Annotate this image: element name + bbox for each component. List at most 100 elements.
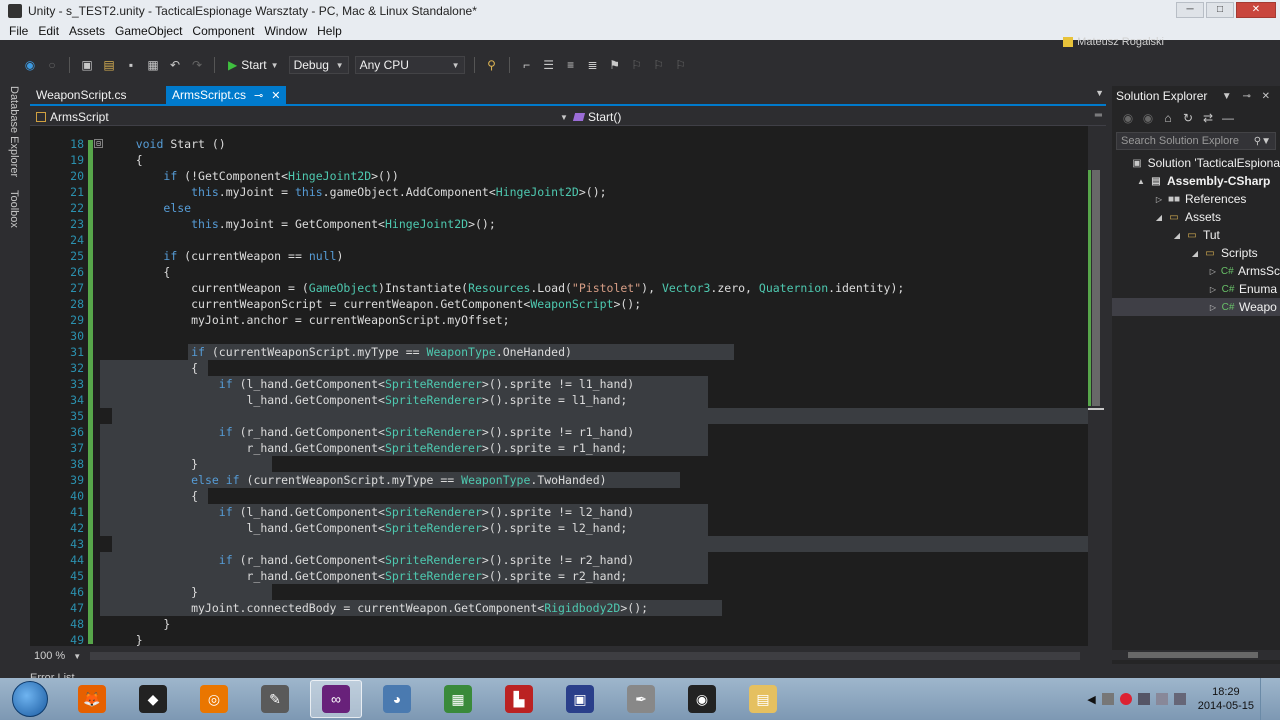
member-combo[interactable]: Start() bbox=[572, 109, 621, 125]
tray-arrow-icon[interactable]: ◀ bbox=[1087, 693, 1095, 706]
tree-item[interactable]: ▷ C# Weapo bbox=[1112, 298, 1280, 316]
taskbar-explorer-button[interactable]: ▤ bbox=[737, 680, 789, 718]
menu-component[interactable]: Component bbox=[187, 24, 259, 38]
configuration-select[interactable]: Debug ▼ bbox=[288, 56, 349, 74]
close-tab-icon[interactable]: ✕ bbox=[271, 89, 280, 102]
pin-icon[interactable]: ⊸ bbox=[254, 89, 263, 102]
undo-icon[interactable]: ↶ bbox=[167, 57, 183, 73]
usb-icon[interactable] bbox=[1137, 693, 1150, 705]
code-line[interactable]: 19 { bbox=[30, 152, 1088, 168]
code-line[interactable]: 27 currentWeapon = (GameObject)Instantia… bbox=[30, 280, 1088, 296]
editor-vertical-scrollbar[interactable] bbox=[1088, 126, 1104, 646]
clock[interactable]: 18:29 2014-05-15 bbox=[1198, 685, 1254, 713]
code-line[interactable]: 25 if (currentWeapon == null) bbox=[30, 248, 1088, 264]
save-all-icon[interactable]: ▦ bbox=[145, 57, 161, 73]
vs-user[interactable]: Mateusz Rogalski bbox=[1063, 36, 1164, 48]
fold-icon[interactable]: ⊟ bbox=[94, 139, 103, 148]
code-line[interactable]: 45 r_hand.GetComponent<SpriteRenderer>()… bbox=[30, 568, 1088, 584]
code-line[interactable]: 33 if (l_hand.GetComponent<SpriteRendere… bbox=[30, 376, 1088, 392]
show-desktop-button[interactable] bbox=[1260, 678, 1270, 720]
scrollbar-thumb[interactable] bbox=[1128, 652, 1258, 658]
code-line[interactable]: 38 } bbox=[30, 456, 1088, 472]
next-bookmark-icon[interactable]: ⚐ bbox=[651, 57, 667, 73]
code-line[interactable]: 42 l_hand.GetComponent<SpriteRenderer>()… bbox=[30, 520, 1088, 536]
indent-icon[interactable]: ☰ bbox=[541, 57, 557, 73]
code-line[interactable]: 40 { bbox=[30, 488, 1088, 504]
menu-gameobject[interactable]: GameObject bbox=[110, 24, 187, 38]
code-line[interactable]: 20 if (!GetComponent<HingeJoint2D>()) bbox=[30, 168, 1088, 184]
tree-item[interactable]: ◢ ▭ Assets bbox=[1112, 208, 1280, 226]
code-line[interactable]: 22 else bbox=[30, 200, 1088, 216]
uncomment-icon[interactable]: ≣ bbox=[585, 57, 601, 73]
new-project-icon[interactable]: ▣ bbox=[79, 57, 95, 73]
code-line[interactable]: 24 bbox=[30, 232, 1088, 248]
code-line[interactable]: 49 } bbox=[30, 632, 1088, 646]
class-combo[interactable]: ArmsScript bbox=[36, 109, 109, 125]
properties-icon[interactable]: — bbox=[1220, 110, 1236, 126]
tree-item[interactable]: ◢ ▭ Scripts bbox=[1112, 244, 1280, 262]
database-explorer-tab[interactable]: Database Explorer bbox=[8, 86, 20, 177]
expander-icon[interactable]: ▷ bbox=[1154, 195, 1164, 204]
forward-icon[interactable]: ○ bbox=[44, 57, 60, 73]
back-icon[interactable]: ◉ bbox=[22, 57, 38, 73]
minimize-button[interactable]: ─ bbox=[1176, 2, 1204, 18]
chevron-down-icon[interactable]: ▼ bbox=[73, 652, 81, 661]
close-button[interactable]: ✕ bbox=[1236, 2, 1276, 18]
antivirus-icon[interactable] bbox=[1119, 693, 1132, 705]
open-file-icon[interactable]: ▤ bbox=[101, 57, 117, 73]
volume-icon[interactable] bbox=[1173, 693, 1186, 705]
tab-weaponscript[interactable]: WeaponScript.cs bbox=[30, 86, 133, 104]
platform-select[interactable]: Any CPU ▼ bbox=[354, 56, 465, 74]
expander-icon[interactable]: ▲ bbox=[1136, 177, 1146, 186]
expander-icon[interactable]: ◢ bbox=[1190, 249, 1200, 258]
pane-controls[interactable]: ▼ ⊸ ✕ bbox=[1222, 91, 1274, 102]
tree-item[interactable]: ▷ C# ArmsSc bbox=[1112, 262, 1280, 280]
history-icon[interactable]: ↻ bbox=[1180, 110, 1196, 126]
clear-bookmarks-icon[interactable]: ⚐ bbox=[673, 57, 689, 73]
code-line[interactable]: 30 bbox=[30, 328, 1088, 344]
comment-icon[interactable]: ≡ bbox=[563, 57, 579, 73]
taskbar-obs-button[interactable]: ◉ bbox=[676, 680, 728, 718]
menu-assets[interactable]: Assets bbox=[64, 24, 110, 38]
refresh-icon[interactable]: ⇄ bbox=[1200, 110, 1216, 126]
tree-item[interactable]: ▣ Solution 'TacticalEspiona bbox=[1112, 154, 1280, 172]
code-line[interactable]: 21 this.myJoint = this.gameObject.AddCom… bbox=[30, 184, 1088, 200]
home-icon[interactable]: ⌂ bbox=[1160, 110, 1176, 126]
taskbar-chart-app-button[interactable]: ▦ bbox=[432, 680, 484, 718]
menu-edit[interactable]: Edit bbox=[33, 24, 64, 38]
taskbar-virtualbox-button[interactable]: ▣ bbox=[554, 680, 606, 718]
code-line[interactable]: 36 if (r_hand.GetComponent<SpriteRendere… bbox=[30, 424, 1088, 440]
code-line[interactable]: 39 else if (currentWeaponScript.myType =… bbox=[30, 472, 1088, 488]
code-editor[interactable]: 18 ⊟ void Start () 19 {20 if (!GetComponen… bbox=[30, 126, 1088, 646]
taskbar-firefox-button[interactable]: 🦊 bbox=[66, 680, 118, 718]
code-line[interactable]: 47 myJoint.connectedBody = currentWeapon… bbox=[30, 600, 1088, 616]
toolbox-tab[interactable]: Toolbox bbox=[8, 190, 20, 228]
code-line[interactable]: 43 bbox=[30, 536, 1088, 552]
taskbar-inkscape-button[interactable]: ✒ bbox=[615, 680, 667, 718]
maximize-button[interactable]: □ bbox=[1206, 2, 1234, 18]
expander-icon[interactable]: ◢ bbox=[1172, 231, 1182, 240]
find-icon[interactable]: ⚲ bbox=[484, 57, 500, 73]
code-line[interactable]: 26 { bbox=[30, 264, 1088, 280]
split-icon[interactable]: ═ bbox=[1095, 110, 1102, 121]
class-combo-dropdown[interactable]: ▼ bbox=[560, 109, 568, 125]
taskbar-blender-button[interactable]: ◎ bbox=[188, 680, 240, 718]
editor-horizontal-scrollbar[interactable] bbox=[90, 652, 1080, 660]
tree-item[interactable]: ◢ ▭ Tut bbox=[1112, 226, 1280, 244]
code-line[interactable]: 31 if (currentWeaponScript.myType == Wea… bbox=[30, 344, 1088, 360]
code-line[interactable]: 46 } bbox=[30, 584, 1088, 600]
redo-icon[interactable]: ↷ bbox=[189, 57, 205, 73]
code-line[interactable]: 23 this.myJoint = GetComponent<HingeJoin… bbox=[30, 216, 1088, 232]
code-line[interactable]: 18 ⊟ void Start () bbox=[30, 136, 1088, 152]
start-button[interactable]: ▶ Start ▼ bbox=[224, 57, 283, 73]
code-line[interactable]: 44 if (r_hand.GetComponent<SpriteRendere… bbox=[30, 552, 1088, 568]
expander-icon[interactable]: ▷ bbox=[1208, 285, 1218, 294]
save-icon[interactable]: ▪ bbox=[123, 57, 139, 73]
menu-file[interactable]: File bbox=[4, 24, 33, 38]
solution-horizontal-scrollbar[interactable] bbox=[1112, 650, 1280, 660]
tree-item[interactable]: ▷ ■■ References bbox=[1112, 190, 1280, 208]
taskbar-filezilla-button[interactable]: ▙ bbox=[493, 680, 545, 718]
taskbar-gimp-button[interactable]: ✎ bbox=[249, 680, 301, 718]
display-icon[interactable] bbox=[1155, 693, 1168, 705]
code-line[interactable]: 34 l_hand.GetComponent<SpriteRenderer>()… bbox=[30, 392, 1088, 408]
